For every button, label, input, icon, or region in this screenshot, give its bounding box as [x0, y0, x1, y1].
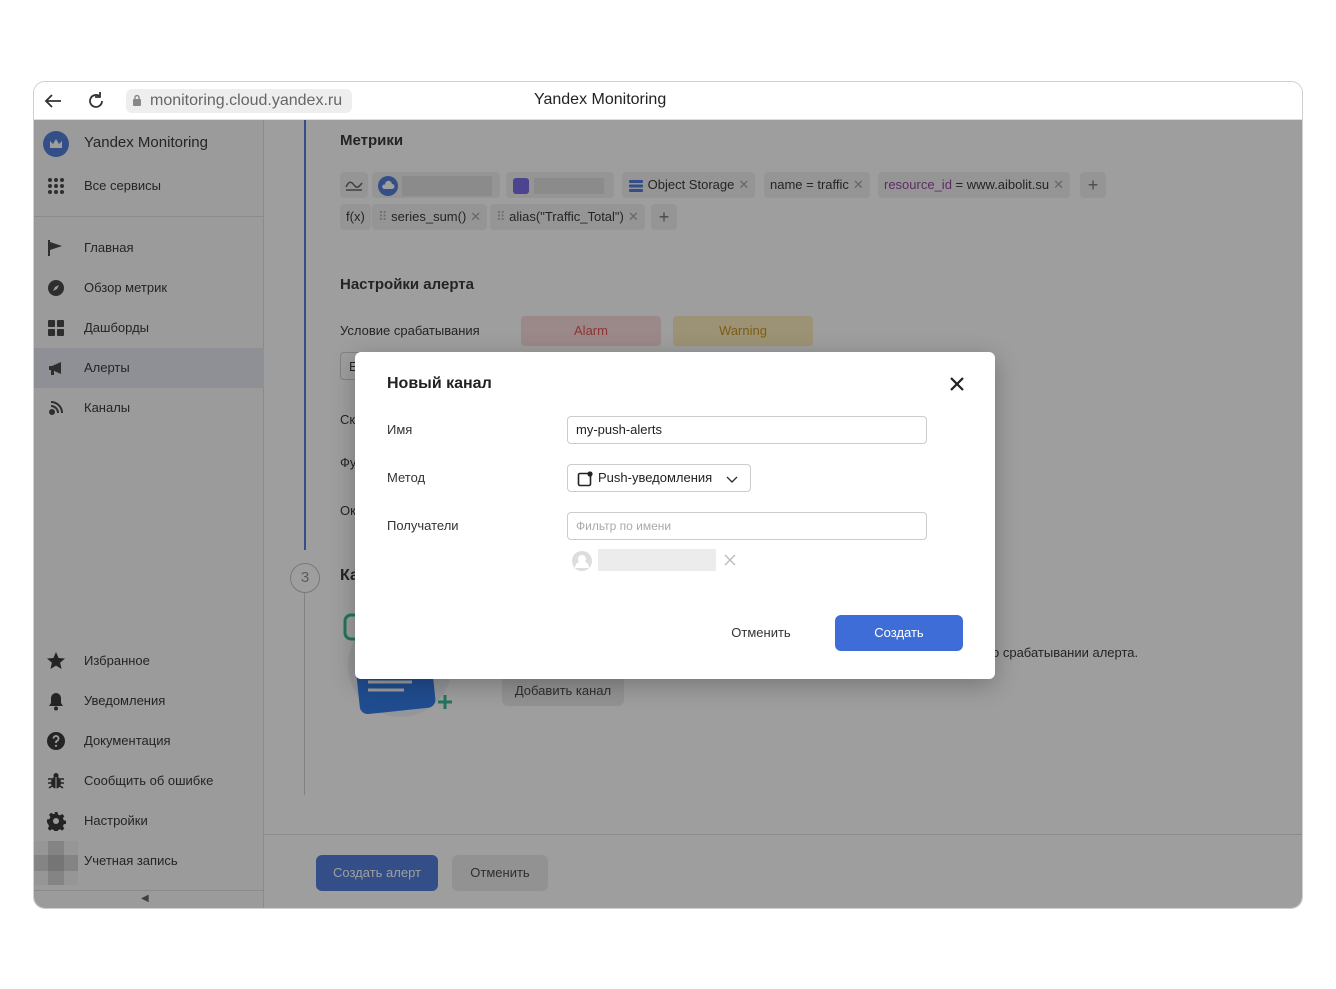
recipient-item	[571, 548, 751, 572]
new-channel-dialog: Новый канал Имя my-push-alerts Метод Pus…	[355, 352, 995, 679]
address-bar[interactable]: monitoring.cloud.yandex.ru	[126, 89, 353, 113]
name-label: Имя	[387, 422, 413, 437]
channel-name-input[interactable]: my-push-alerts	[567, 416, 927, 444]
method-select[interactable]: Push-уведомления	[567, 464, 751, 492]
dialog-cancel-button[interactable]: Отменить	[711, 615, 811, 651]
method-label: Метод	[387, 470, 426, 485]
chevron-down-icon	[726, 476, 738, 483]
browser-window: monitoring.cloud.yandex.ru Yandex Monito…	[33, 81, 1303, 909]
browser-toolbar: monitoring.cloud.yandex.ru Yandex Monito…	[34, 82, 1302, 120]
reload-icon[interactable]	[84, 89, 108, 113]
recipients-filter-input[interactable]: Фильтр по имени	[567, 512, 927, 540]
method-select-value: Push-уведомления	[598, 470, 713, 485]
window-title: Yandex Monitoring	[534, 91, 667, 108]
redacted-recipient-name	[598, 549, 716, 571]
user-avatar-icon	[572, 551, 592, 571]
close-icon[interactable]	[945, 372, 969, 396]
back-arrow-icon[interactable]	[41, 89, 65, 113]
push-notification-icon	[577, 471, 593, 487]
remove-recipient-icon[interactable]	[723, 553, 737, 567]
dialog-title: Новый канал	[387, 375, 492, 392]
recipients-label: Получатели	[387, 518, 459, 533]
url-text: monitoring.cloud.yandex.ru	[150, 92, 343, 109]
dialog-create-button[interactable]: Создать	[835, 615, 963, 651]
lock-icon	[133, 94, 141, 106]
